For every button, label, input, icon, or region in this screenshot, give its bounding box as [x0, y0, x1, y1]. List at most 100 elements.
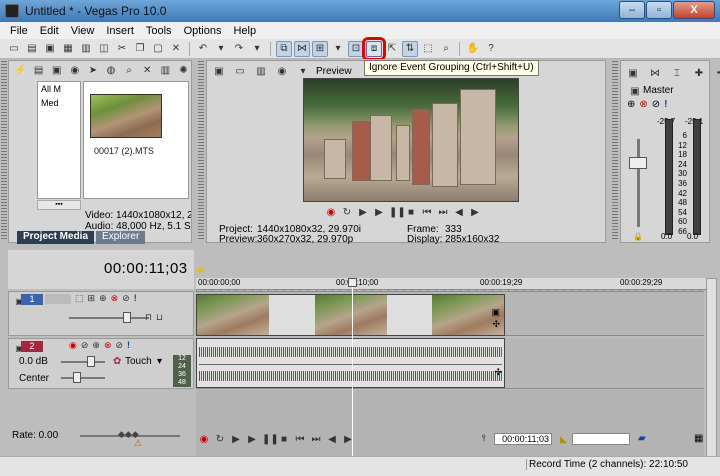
prev-frame-icon[interactable]: ◀ [453, 207, 465, 218]
video-track-header[interactable]: ▣ 1 ⬚ ⊞ ⊕ ⊗ ⊘ ! ⊓ ⊔ [8, 291, 194, 336]
track-fx-icon[interactable]: ⊕ [92, 340, 100, 351]
pause-icon[interactable]: ❚❚ [389, 207, 406, 218]
automation-icon[interactable]: ✿ [113, 356, 121, 367]
solo-icon[interactable]: ⊘ [122, 293, 130, 304]
capture-icon[interactable]: ◫ [96, 41, 112, 57]
preview-quality-label[interactable]: Preview [316, 66, 352, 77]
media-tree-scrollbar[interactable]: ▪▪▪ [37, 200, 81, 210]
master-fader-knob[interactable] [629, 157, 647, 169]
import-media-icon[interactable]: ⚡ [13, 62, 28, 78]
whats-this-icon[interactable]: ? [483, 41, 499, 57]
automation-dropdown-icon[interactable]: ▾ [157, 356, 162, 367]
lock-icon[interactable]: 🔒 [633, 232, 643, 241]
go-to-start-icon[interactable]: ⏮ [421, 207, 433, 218]
pan-slider-knob[interactable] [73, 372, 81, 383]
play-from-start-icon[interactable]: ▶ [230, 434, 242, 445]
fx-icon[interactable]: ✺ [176, 62, 191, 78]
media-manager-icon[interactable]: ➤ [85, 62, 100, 78]
info-icon[interactable]: ! [664, 99, 667, 110]
dock-grip[interactable] [198, 61, 204, 241]
replace-icon[interactable]: ◍ [103, 62, 118, 78]
mute-icon[interactable]: ⊗ [639, 99, 647, 110]
auto-crossfade-icon[interactable]: ⋈ [294, 40, 310, 57]
get-media-icon[interactable]: ◉ [67, 62, 82, 78]
mixer-properties-icon[interactable]: ▣ [625, 65, 641, 81]
zoom-tool-icon[interactable]: ⌕ [438, 41, 454, 57]
menu-insert[interactable]: Insert [100, 25, 140, 37]
external-monitor-icon[interactable]: ▭ [232, 63, 248, 79]
compositing-icon[interactable]: ⊞ [88, 293, 96, 304]
snapping-icon[interactable]: ⧉ [276, 40, 292, 57]
maximize-button[interactable]: ▫ [646, 1, 672, 19]
level-slider-knob[interactable] [123, 312, 131, 323]
media-thumbnail[interactable] [90, 94, 162, 138]
time-ruler[interactable]: 00:00:00;00 00:00:10;00 00:00:19;29 00:0… [196, 278, 706, 290]
render-icon[interactable]: ▥ [78, 41, 94, 57]
downmix-icon[interactable]: ⋈ [647, 65, 663, 81]
audio-track-header[interactable]: ▣ 2 ◉ ⊘ ⊕ ⊗ ⊘ ! 0.0 dB ✿ Touch ▾ Center … [8, 338, 194, 389]
bus-properties-icon[interactable]: ▣ [627, 83, 643, 99]
arm-record-icon[interactable]: ◉ [69, 340, 77, 351]
undo-dropdown-icon[interactable]: ▾ [213, 41, 229, 57]
paste-icon[interactable]: ▢ [150, 41, 166, 57]
dock-grip[interactable] [612, 61, 618, 241]
cursor-handle[interactable] [348, 278, 357, 287]
next-frame-icon[interactable]: ▶ [342, 434, 354, 445]
prev-frame-icon[interactable]: ◀ [326, 434, 338, 445]
audio-event[interactable]: ✣ [196, 338, 505, 388]
lock-envelopes-icon[interactable]: ⊡ [348, 40, 364, 57]
bottom-timecode[interactable]: 00:00:11;03 [494, 433, 552, 445]
menu-edit[interactable]: Edit [34, 25, 65, 37]
invert-phase-icon[interactable]: ⊘ [81, 340, 89, 351]
minimize-button[interactable]: – [619, 1, 645, 19]
play-icon[interactable]: ▶ [246, 434, 258, 445]
track-fx-icon[interactable]: ⊕ [99, 293, 107, 304]
next-frame-icon[interactable]: ▶ [469, 207, 481, 218]
media-file-name[interactable]: 00017 (2).MTS [94, 146, 154, 156]
redo-icon[interactable]: ↷ [231, 41, 247, 57]
dock-grip[interactable] [1, 61, 7, 241]
preview-quality-dropdown-icon[interactable]: ▾ [295, 63, 311, 79]
pause-icon[interactable]: ❚❚ [262, 434, 279, 445]
go-to-end-icon[interactable]: ⏭ [437, 207, 449, 218]
go-to-end-icon[interactable]: ⏭ [310, 434, 322, 445]
folder-icon[interactable]: ▤ [31, 62, 46, 78]
tab-explorer[interactable]: Explorer [96, 231, 146, 244]
info-icon[interactable]: ! [134, 293, 137, 304]
solo-icon[interactable]: ⊘ [652, 99, 660, 110]
menu-view[interactable]: View [65, 25, 101, 37]
menu-file[interactable]: File [4, 25, 34, 37]
grid-icon[interactable]: ▦ [694, 433, 703, 444]
add-bus-icon[interactable]: ✚ [691, 65, 707, 81]
mute-icon[interactable]: ⊗ [111, 293, 119, 304]
volume-slider[interactable] [61, 361, 105, 363]
loop-icon[interactable]: ↻ [214, 434, 226, 445]
project-start-marker[interactable] [196, 268, 204, 274]
record-icon[interactable]: ◉ [325, 207, 337, 218]
motion-icon[interactable]: ⬚ [75, 293, 84, 304]
delete-icon[interactable]: ✕ [168, 41, 184, 57]
video-fx-icon[interactable]: ▥ [253, 63, 269, 79]
ripple-edit-icon[interactable]: ⊞ [312, 40, 328, 57]
remove-icon[interactable]: ✕ [140, 62, 155, 78]
properties-icon[interactable]: ▥ [158, 62, 173, 78]
solo-icon[interactable]: ⊘ [116, 340, 124, 351]
menu-tools[interactable]: Tools [140, 25, 178, 37]
stop-icon[interactable]: ■ [278, 434, 290, 445]
audio-track-lane[interactable]: ✣ [196, 338, 704, 389]
open-folder-icon[interactable]: ▤ [24, 41, 40, 57]
dim-icon[interactable]: ⌶ [669, 65, 685, 81]
help-pointer-icon[interactable]: ✋ [465, 41, 481, 57]
selection-tool-icon[interactable]: ⬚ [420, 41, 436, 57]
properties-icon[interactable]: ▦ [60, 41, 76, 57]
copy-icon[interactable]: ❐ [132, 41, 148, 57]
stop-icon[interactable]: ■ [405, 207, 417, 218]
child-icon[interactable]: ⊔ [156, 312, 163, 323]
capture-video-icon[interactable]: ▣ [49, 62, 64, 78]
master-fader-track[interactable] [637, 139, 640, 227]
go-to-start-icon[interactable]: ⏮ [294, 434, 306, 445]
undo-icon[interactable]: ↶ [195, 41, 211, 57]
close-button[interactable]: X [673, 1, 715, 19]
pan-crop-icon[interactable]: ✣ [492, 319, 500, 330]
ignore-event-grouping-icon[interactable]: ⧈ [362, 36, 386, 61]
